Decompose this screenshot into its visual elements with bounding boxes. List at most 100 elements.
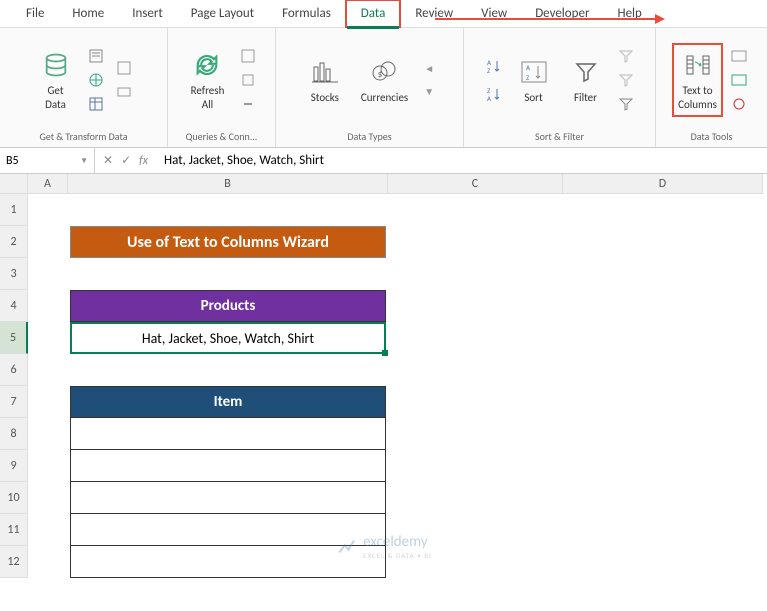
row-3: 3 — [0, 258, 767, 290]
row-header[interactable]: 5 — [0, 322, 28, 354]
col-header-c[interactable]: C — [388, 174, 563, 194]
group-get-transform: Get Data Get & Transform Data — [0, 28, 168, 147]
row-1: 1 — [0, 194, 767, 226]
text-to-columns-button[interactable]: Text to Columns — [672, 43, 723, 116]
cell[interactable] — [28, 450, 68, 482]
worksheet: A B C D 1 2 Use of Text to Columns Wizar… — [0, 174, 767, 578]
fx-icon[interactable]: fx — [139, 154, 148, 168]
remove-dup-icon[interactable] — [727, 69, 751, 91]
flash-fill-icon[interactable] — [727, 45, 751, 67]
chevron-down-icon[interactable]: ▼ — [80, 156, 88, 166]
group-label: Get & Transform Data — [6, 128, 161, 145]
formula-bar-row: B5 ▼ ✕ ✓ fx Hat, Jacket, Shoe, Watch, Sh… — [0, 148, 767, 174]
from-web-icon[interactable] — [84, 69, 108, 91]
svg-text:A: A — [487, 94, 492, 102]
currencies-icon: $ — [369, 56, 401, 88]
from-text-icon[interactable] — [84, 45, 108, 67]
tab-formulas[interactable]: Formulas — [268, 1, 345, 26]
watermark-brand: exceldemy — [363, 533, 432, 551]
text-to-columns-label: Text to Columns — [678, 84, 717, 110]
svg-text:$: $ — [377, 69, 382, 80]
queries-icon[interactable] — [236, 45, 260, 67]
cell[interactable] — [28, 386, 68, 418]
tab-insert[interactable]: Insert — [118, 1, 177, 26]
existing-conn-icon[interactable] — [112, 81, 136, 103]
row-header[interactable]: 7 — [0, 386, 28, 418]
chevron-right-icon[interactable]: ▼ — [424, 85, 434, 98]
row-header[interactable]: 2 — [0, 226, 28, 258]
currencies-button[interactable]: $ Currencies — [353, 52, 416, 108]
clear-icon[interactable] — [614, 45, 638, 67]
tab-view[interactable]: View — [467, 1, 521, 26]
group-data-types: Stocks $ Currencies ◄ ▼ Data Types — [276, 28, 464, 147]
tab-review[interactable]: Review — [401, 1, 467, 26]
watermark-icon — [335, 536, 357, 558]
refresh-all-button[interactable]: Refresh All — [183, 45, 233, 114]
cell[interactable] — [28, 482, 68, 514]
col-header-b[interactable]: B — [68, 174, 388, 194]
tab-developer[interactable]: Developer — [521, 1, 603, 26]
item-header-cell[interactable]: Item — [70, 386, 386, 418]
ribbon-tabs: File Home Insert Page Layout Formulas Da… — [0, 0, 767, 28]
stocks-button[interactable]: Stocks — [301, 52, 349, 108]
item-cell[interactable] — [70, 450, 386, 482]
formula-bar[interactable]: Hat, Jacket, Shoe, Watch, Shirt — [156, 153, 767, 168]
col-header-a[interactable]: A — [28, 174, 68, 194]
row-10: 10 — [0, 482, 767, 514]
selected-cell[interactable]: Hat, Jacket, Shoe, Watch, Shirt — [70, 322, 386, 354]
get-data-button[interactable]: Get Data — [32, 45, 80, 114]
tab-data[interactable]: Data — [345, 0, 402, 28]
col-header-d[interactable]: D — [563, 174, 763, 194]
edit-links-icon[interactable] — [236, 93, 260, 115]
row-header[interactable]: 11 — [0, 514, 28, 546]
tab-page-layout[interactable]: Page Layout — [177, 1, 268, 26]
row-header[interactable]: 6 — [0, 354, 28, 386]
cell[interactable] — [28, 546, 68, 578]
properties-icon[interactable] — [236, 69, 260, 91]
advanced-icon[interactable] — [614, 93, 638, 115]
cell[interactable] — [28, 418, 68, 450]
cell[interactable] — [28, 290, 68, 322]
tools-small — [727, 45, 751, 115]
cancel-icon[interactable]: ✕ — [103, 153, 113, 168]
row-header[interactable]: 1 — [0, 194, 28, 226]
title-cell[interactable]: Use of Text to Columns Wizard — [70, 226, 386, 258]
sort-desc-icon[interactable]: ZA — [482, 83, 506, 105]
row-header[interactable]: 12 — [0, 546, 28, 578]
name-box[interactable]: B5 ▼ — [0, 148, 95, 173]
item-cell[interactable] — [70, 482, 386, 514]
row-4: 4 Products — [0, 290, 767, 322]
row-2: 2 Use of Text to Columns Wizard — [0, 226, 767, 258]
tab-file[interactable]: File — [12, 1, 58, 26]
row-header[interactable]: 9 — [0, 450, 28, 482]
formula-controls: ✕ ✓ fx — [95, 153, 156, 168]
sort-button[interactable]: AZ Sort — [510, 52, 558, 108]
select-all-corner[interactable] — [0, 174, 28, 194]
get-data-small-buttons-2 — [112, 57, 136, 103]
cell[interactable] — [28, 514, 68, 546]
database-icon — [40, 49, 72, 81]
products-header-cell[interactable]: Products — [70, 290, 386, 322]
cell[interactable] — [28, 226, 68, 258]
enter-icon[interactable]: ✓ — [121, 153, 131, 168]
group-label: Data Types — [282, 128, 457, 145]
sort-asc-icon[interactable]: AZ — [482, 55, 506, 77]
text-to-columns-icon — [682, 49, 714, 81]
reapply-icon[interactable] — [614, 69, 638, 91]
get-data-label: Get Data — [45, 84, 66, 110]
filter-button[interactable]: Filter — [562, 52, 610, 108]
row-header[interactable]: 4 — [0, 290, 28, 322]
tab-home[interactable]: Home — [58, 1, 118, 26]
tab-help[interactable]: Help — [603, 1, 655, 26]
chevron-left-icon[interactable]: ◄ — [424, 62, 434, 75]
row-header[interactable]: 8 — [0, 418, 28, 450]
filter-label: Filter — [574, 91, 597, 104]
from-table-icon[interactable] — [84, 93, 108, 115]
refresh-label: Refresh All — [191, 84, 225, 110]
cell[interactable] — [28, 322, 68, 354]
row-header[interactable]: 3 — [0, 258, 28, 290]
recent-sources-icon[interactable] — [112, 57, 136, 79]
row-header[interactable]: 10 — [0, 482, 28, 514]
data-validation-icon[interactable] — [727, 93, 751, 115]
item-cell[interactable] — [70, 418, 386, 450]
